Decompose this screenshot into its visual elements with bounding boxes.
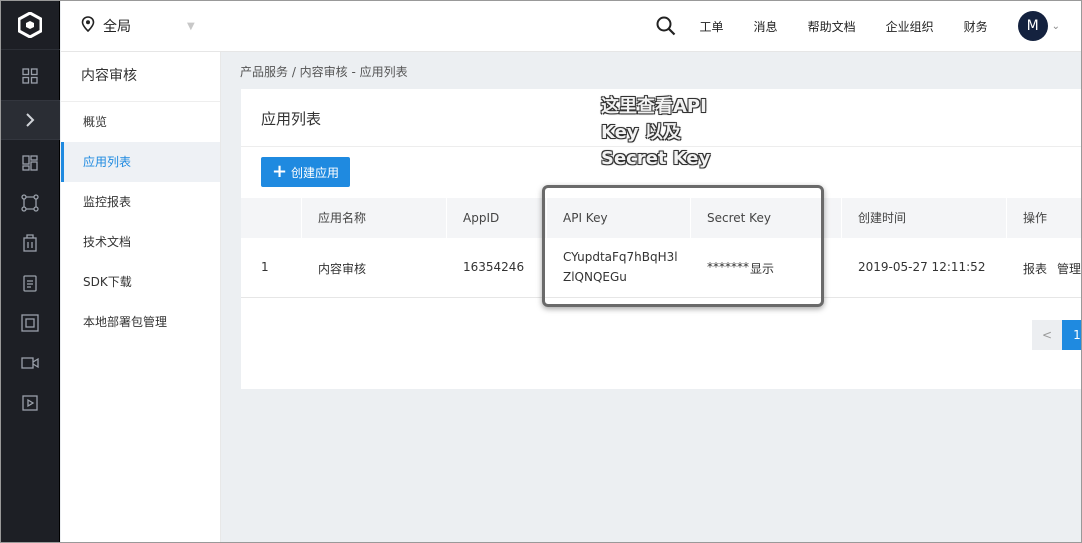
nav-help-docs[interactable]: 帮助文档 [808,18,856,35]
manage-link[interactable]: 管理 [1057,260,1081,277]
product-sidebar: 内容审核 概览 应用列表 监控报表 技术文档 SDK下载 本地部署包管理 [61,52,221,543]
grid-icon[interactable] [0,56,60,96]
plus-icon: + [271,161,288,182]
pagination-page-button[interactable]: 1 [1062,320,1082,350]
sidebar-item-tech-docs[interactable]: 技术文档 [61,222,220,262]
highlight-box [542,185,824,307]
sidebar-item-app-list[interactable]: 应用列表 [61,142,220,182]
column-divider [446,198,447,238]
create-app-button[interactable]: + 创建应用 [261,157,350,187]
header-actions: 操作 [1023,211,1048,225]
column-divider [841,198,842,238]
avatar[interactable]: M [1017,11,1048,41]
nav-ticket[interactable]: 工单 [700,18,724,35]
header-app-name: 应用名称 [318,211,367,225]
sidebar-item-monitoring[interactable]: 监控报表 [61,182,220,222]
report-link[interactable]: 报表 [1023,260,1047,277]
building-icon[interactable] [0,223,60,263]
chevron-down-icon: ▼ [187,20,195,32]
create-app-label: 创建应用 [291,165,340,180]
column-divider [301,198,302,238]
nav-organization[interactable]: 企业组织 [886,18,934,35]
top-nav: 工单 消息 帮助文档 企业组织 财务 M ⌄ [656,0,1082,52]
icon-rail [0,0,60,543]
breadcrumb: 产品服务 / 内容审核 - 应用列表 [240,65,408,79]
nav-finance[interactable]: 财务 [964,18,988,35]
header-created-time: 创建时间 [858,211,907,225]
chevron-down-icon[interactable]: ⌄ [1052,21,1060,32]
app-name-link[interactable]: 内容审核 [318,260,366,277]
annotation-text: 这里查看API Key 以及 Secret Key [601,96,711,169]
top-bar: 全局 ▼ 工单 消息 帮助文档 企业组织 财务 M ⌄ [61,0,1082,52]
app-id-value: 16354246 [463,260,525,274]
location-pin-icon [81,16,95,36]
nodes-icon[interactable] [0,183,60,223]
sidebar-item-local-deploy[interactable]: 本地部署包管理 [61,302,220,342]
logo-icon[interactable] [0,0,60,50]
play-icon[interactable] [0,383,60,423]
dashboard-icon[interactable] [0,143,60,183]
sidebar-item-sdk-download[interactable]: SDK下载 [61,262,220,302]
created-time-value: 2019-05-27 12:11:52 [858,260,986,274]
region-label: 全局 [103,19,131,35]
page-title: 应用列表 [261,110,322,128]
pagination-prev-button[interactable]: < [1032,320,1062,350]
sidebar-item-overview[interactable]: 概览 [61,102,220,142]
header-app-id: AppID [463,211,500,225]
frame-icon[interactable] [0,303,60,343]
video-icon[interactable] [0,343,60,383]
region-selector[interactable]: 全局 ▼ [81,16,195,36]
sidebar-title: 内容审核 [61,52,220,102]
clipboard-icon[interactable] [0,263,60,303]
row-index: 1 [261,260,269,274]
search-icon[interactable] [656,16,676,36]
column-divider [1006,198,1007,238]
nav-messages[interactable]: 消息 [754,18,778,35]
chevron-right-icon[interactable] [0,100,60,140]
